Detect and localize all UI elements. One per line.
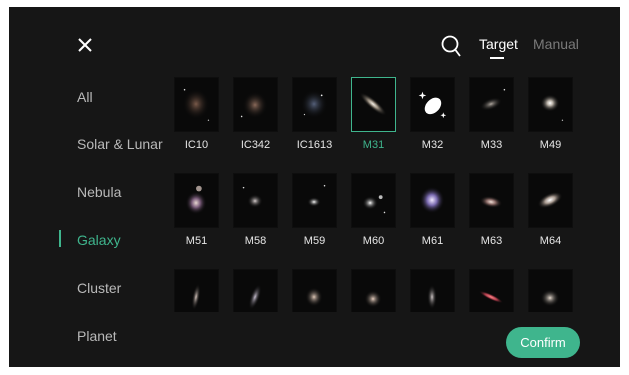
sidebar-item-planet[interactable]: Planet bbox=[77, 328, 117, 344]
sidebar-item-nebula[interactable]: Nebula bbox=[77, 184, 121, 200]
target-m32[interactable]: M32 bbox=[410, 77, 458, 151]
target-row3-2[interactable] bbox=[233, 269, 281, 312]
close-icon[interactable] bbox=[75, 35, 95, 55]
target-m63[interactable]: M63 bbox=[469, 173, 517, 247]
target-label: M31 bbox=[362, 139, 385, 151]
target-m59[interactable]: M59 bbox=[292, 173, 340, 247]
target-m31[interactable]: M31 bbox=[351, 77, 399, 151]
galaxy-thumbnail bbox=[292, 269, 337, 312]
target-label: IC10 bbox=[184, 139, 209, 151]
galaxy-thumbnail bbox=[410, 269, 455, 312]
sidebar-item-solar-lunar[interactable]: Solar & Lunar bbox=[77, 136, 163, 152]
target-label: M64 bbox=[539, 235, 562, 247]
sidebar-active-indicator bbox=[59, 230, 61, 247]
galaxy-thumbnail bbox=[351, 173, 396, 228]
target-ic1613[interactable]: IC1613 bbox=[292, 77, 340, 151]
galaxy-thumbnail bbox=[469, 269, 514, 312]
target-label: M32 bbox=[421, 139, 444, 151]
galaxy-thumbnail bbox=[528, 77, 573, 132]
target-picker-screen: Target Manual All Solar & Lunar Nebula G… bbox=[9, 7, 620, 367]
target-row3-3[interactable] bbox=[292, 269, 340, 312]
target-grid: IC10 IC342 IC1613 M31 M32 M33 M49 M51 M5… bbox=[174, 77, 599, 312]
target-label: M60 bbox=[362, 235, 385, 247]
galaxy-thumbnail bbox=[410, 77, 455, 132]
target-label: M63 bbox=[480, 235, 503, 247]
galaxy-thumbnail bbox=[528, 173, 573, 228]
target-label: M49 bbox=[539, 139, 562, 151]
target-m58[interactable]: M58 bbox=[233, 173, 281, 247]
target-row3-4[interactable] bbox=[351, 269, 399, 312]
sidebar-item-galaxy[interactable]: Galaxy bbox=[77, 232, 121, 248]
sidebar-item-cluster[interactable]: Cluster bbox=[77, 280, 121, 296]
target-row3-1[interactable] bbox=[174, 269, 222, 312]
galaxy-thumbnail bbox=[233, 77, 278, 132]
galaxy-icon bbox=[418, 91, 447, 119]
galaxy-thumbnail bbox=[233, 269, 278, 312]
target-m64[interactable]: M64 bbox=[528, 173, 576, 247]
target-m51[interactable]: M51 bbox=[174, 173, 222, 247]
target-label: IC342 bbox=[240, 139, 271, 151]
target-m49[interactable]: M49 bbox=[528, 77, 576, 151]
search-icon[interactable] bbox=[440, 34, 462, 58]
target-m33[interactable]: M33 bbox=[469, 77, 517, 151]
target-label: IC1613 bbox=[296, 139, 333, 151]
sidebar-item-all[interactable]: All bbox=[77, 89, 93, 105]
target-row3-7[interactable] bbox=[528, 269, 576, 312]
galaxy-thumbnail bbox=[469, 173, 514, 228]
tab-manual[interactable]: Manual bbox=[533, 36, 579, 52]
galaxy-thumbnail bbox=[410, 173, 455, 228]
target-ic342[interactable]: IC342 bbox=[233, 77, 281, 151]
target-label: M59 bbox=[303, 235, 326, 247]
galaxy-thumbnail bbox=[174, 269, 219, 312]
galaxy-thumbnail bbox=[174, 173, 219, 228]
galaxy-thumbnail bbox=[292, 77, 337, 132]
target-label: M58 bbox=[244, 235, 267, 247]
target-label: M33 bbox=[480, 139, 503, 151]
target-m60[interactable]: M60 bbox=[351, 173, 399, 247]
target-row3-6[interactable] bbox=[469, 269, 517, 312]
galaxy-thumbnail bbox=[351, 269, 396, 312]
galaxy-thumbnail bbox=[528, 269, 573, 312]
galaxy-thumbnail bbox=[292, 173, 337, 228]
galaxy-thumbnail bbox=[351, 77, 396, 132]
target-m61[interactable]: M61 bbox=[410, 173, 458, 247]
target-row3-5[interactable] bbox=[410, 269, 458, 312]
tab-target[interactable]: Target bbox=[479, 36, 518, 52]
galaxy-thumbnail bbox=[469, 77, 514, 132]
galaxy-thumbnail bbox=[174, 77, 219, 132]
target-ic10[interactable]: IC10 bbox=[174, 77, 222, 151]
galaxy-thumbnail bbox=[233, 173, 278, 228]
confirm-button[interactable]: Confirm bbox=[506, 327, 580, 358]
target-label: M51 bbox=[185, 235, 208, 247]
target-label: M61 bbox=[421, 235, 444, 247]
tab-active-indicator bbox=[490, 57, 504, 59]
